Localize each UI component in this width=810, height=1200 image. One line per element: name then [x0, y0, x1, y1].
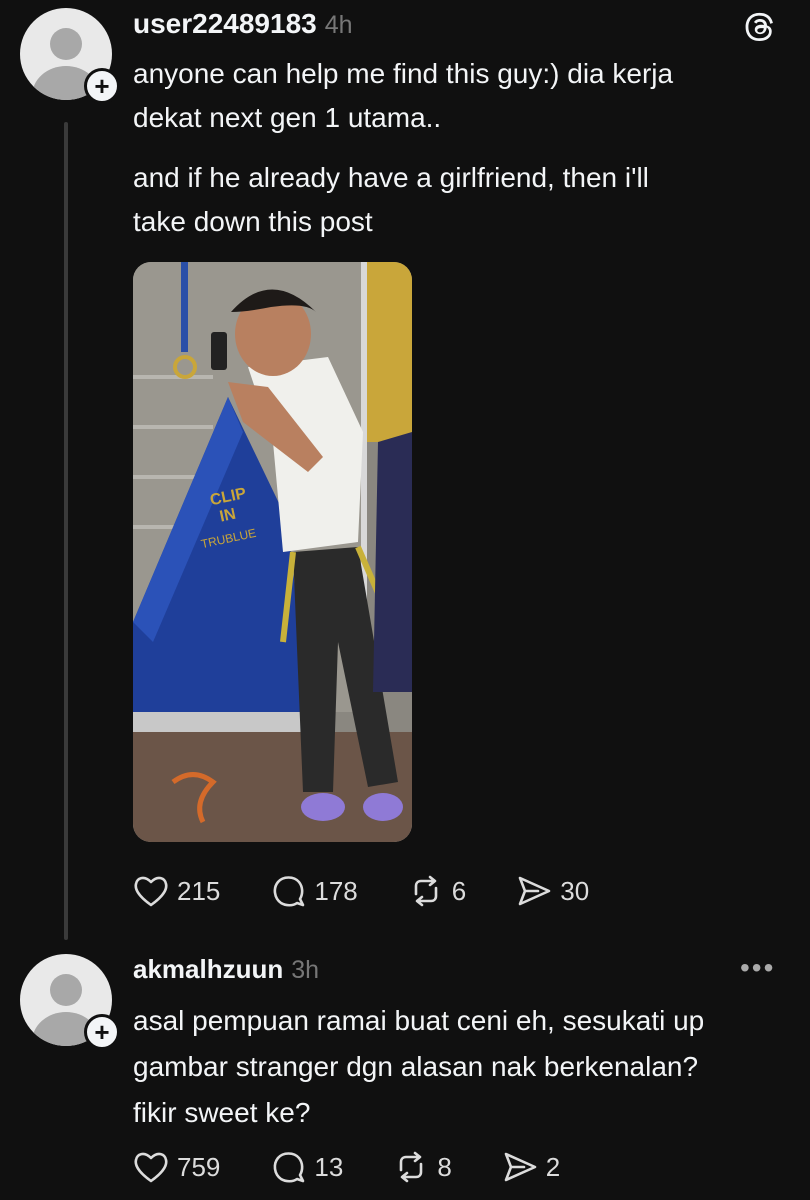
threads-logo-icon [745, 12, 773, 41]
follow-plus-icon[interactable]: + [84, 1014, 120, 1050]
post-text-line-1: anyone can help me find this guy:) dia k… [133, 58, 674, 89]
more-icon[interactable]: ••• [740, 952, 775, 984]
share-button[interactable]: 30 [516, 874, 589, 908]
send-icon [504, 1152, 537, 1182]
post-body-para-2: and if he already have a girlfriend, the… [133, 156, 773, 244]
post-photo[interactable]: CLIP IN TRUBLUE [133, 262, 412, 842]
post-text-line-4: take down this post [133, 206, 373, 237]
post-timestamp: 4h [324, 11, 353, 39]
comment-icon [273, 1152, 305, 1183]
repost-count: 6 [451, 875, 467, 906]
reply-count: 13 [314, 1151, 344, 1182]
repost-button[interactable]: 6 [408, 874, 466, 908]
post-text-line-3: and if he already have a girlfriend, the… [133, 162, 649, 193]
reply-button[interactable]: 178 [270, 874, 358, 908]
repost-icon [414, 875, 438, 907]
reply-count: 178 [314, 875, 358, 906]
threads-page: + user22489183 4h anyone can help me find… [0, 0, 810, 1200]
reply-action-bar: 759 13 8 2 [133, 1150, 610, 1184]
reply-button[interactable]: 13 [270, 1150, 343, 1184]
heart-icon [134, 876, 168, 907]
photo-illustration: CLIP IN TRUBLUE [133, 262, 412, 842]
like-count: 759 [177, 1151, 221, 1182]
reply-body: asal pempuan ramai buat ceni eh, sesukat… [133, 998, 773, 1136]
heart-icon [134, 1152, 168, 1183]
reply-text-line-2: gambar stranger dgn alasan nak berkenala… [133, 1051, 699, 1082]
thread-connector-line [64, 122, 68, 940]
comment-icon [273, 876, 305, 907]
like-count: 215 [177, 875, 221, 906]
reply-header: akmalhzuun 3h [133, 954, 319, 985]
repost-icon [400, 1151, 423, 1183]
repost-count: 8 [437, 1151, 452, 1182]
post-body-para-1: anyone can help me find this guy:) dia k… [133, 52, 773, 140]
share-count: 2 [545, 1151, 561, 1182]
repost-button[interactable]: 8 [393, 1150, 452, 1184]
share-count: 30 [560, 875, 590, 906]
post-username[interactable]: user22489183 [133, 8, 317, 39]
send-icon [518, 876, 551, 906]
reply-text-line-3: fikir sweet ke? [133, 1097, 311, 1128]
post-header: user22489183 4h [133, 8, 353, 40]
post-text-line-2: dekat next gen 1 utama.. [133, 102, 442, 133]
reply-username[interactable]: akmalhzuun [133, 954, 283, 984]
post-avatar[interactable]: + [20, 8, 120, 104]
reply-avatar[interactable]: + [20, 954, 120, 1050]
reply-text-line-1: asal pempuan ramai buat ceni eh, sesukat… [133, 1005, 705, 1036]
like-button[interactable]: 215 [133, 874, 220, 908]
like-button[interactable]: 759 [133, 1150, 220, 1184]
reply-timestamp: 3h [291, 956, 320, 984]
share-button[interactable]: 2 [502, 1150, 560, 1184]
post-action-bar: 215 178 6 30 [133, 874, 639, 908]
follow-plus-icon[interactable]: + [84, 68, 120, 104]
